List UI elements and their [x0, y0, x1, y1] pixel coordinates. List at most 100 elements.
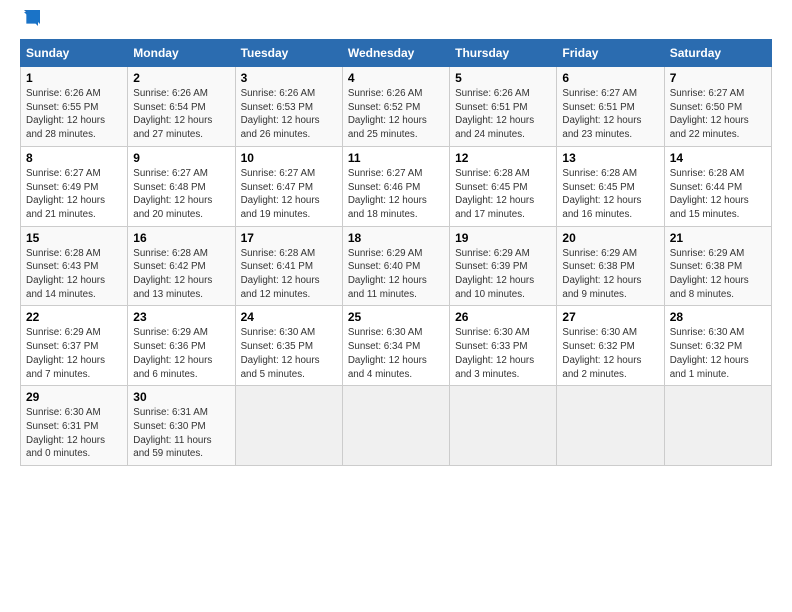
- day-number: 14: [670, 151, 766, 165]
- calendar-cell: 6 Sunrise: 6:27 AM Sunset: 6:51 PM Daylig…: [557, 67, 664, 147]
- day-info: Sunrise: 6:30 AM Sunset: 6:35 PM Dayligh…: [241, 326, 337, 381]
- calendar-cell: 30 Sunrise: 6:31 AM Sunset: 6:30 PM Dayli…: [128, 386, 235, 466]
- page-header: [20, 16, 772, 33]
- day-number: 30: [133, 390, 229, 404]
- calendar-week-1: 1 Sunrise: 6:26 AM Sunset: 6:55 PM Daylig…: [21, 67, 772, 147]
- col-header-wednesday: Wednesday: [342, 40, 449, 67]
- day-info: Sunrise: 6:28 AM Sunset: 6:45 PM Dayligh…: [455, 167, 551, 222]
- logo: [20, 16, 42, 33]
- day-number: 26: [455, 310, 551, 324]
- day-number: 23: [133, 310, 229, 324]
- day-info: Sunrise: 6:29 AM Sunset: 6:39 PM Dayligh…: [455, 247, 551, 302]
- calendar-cell: 18 Sunrise: 6:29 AM Sunset: 6:40 PM Dayli…: [342, 226, 449, 306]
- calendar-cell: 2Sunrise: 6:26 AM Sunset: 6:54 PM Daylig…: [128, 67, 235, 147]
- day-number: 25: [348, 310, 444, 324]
- calendar-week-4: 22 Sunrise: 6:29 AM Sunset: 6:37 PM Dayli…: [21, 306, 772, 386]
- day-number: 16: [133, 231, 229, 245]
- calendar-cell: 10 Sunrise: 6:27 AM Sunset: 6:47 PM Dayli…: [235, 146, 342, 226]
- calendar-cell: [450, 386, 557, 466]
- day-info: Sunrise: 6:27 AM Sunset: 6:51 PM Dayligh…: [562, 87, 658, 142]
- calendar-cell: [664, 386, 771, 466]
- day-info: Sunrise: 6:26 AM Sunset: 6:54 PM Dayligh…: [133, 87, 229, 142]
- day-number: 11: [348, 151, 444, 165]
- calendar-cell: 20Sunrise: 6:29 AM Sunset: 6:38 PM Dayli…: [557, 226, 664, 306]
- calendar-cell: 19 Sunrise: 6:29 AM Sunset: 6:39 PM Dayli…: [450, 226, 557, 306]
- day-info: Sunrise: 6:29 AM Sunset: 6:40 PM Dayligh…: [348, 247, 444, 302]
- day-number: 4: [348, 71, 444, 85]
- calendar-cell: 14 Sunrise: 6:28 AM Sunset: 6:44 PM Dayli…: [664, 146, 771, 226]
- calendar-cell: [235, 386, 342, 466]
- calendar-cell: 1 Sunrise: 6:26 AM Sunset: 6:55 PM Daylig…: [21, 67, 128, 147]
- calendar-cell: 9 Sunrise: 6:27 AM Sunset: 6:48 PM Daylig…: [128, 146, 235, 226]
- calendar-cell: 4 Sunrise: 6:26 AM Sunset: 6:52 PM Daylig…: [342, 67, 449, 147]
- day-number: 24: [241, 310, 337, 324]
- calendar-cell: 26 Sunrise: 6:30 AM Sunset: 6:33 PM Dayli…: [450, 306, 557, 386]
- calendar-cell: 21 Sunrise: 6:29 AM Sunset: 6:38 PM Dayli…: [664, 226, 771, 306]
- calendar-cell: 28 Sunrise: 6:30 AM Sunset: 6:32 PM Dayli…: [664, 306, 771, 386]
- day-info: Sunrise: 6:30 AM Sunset: 6:32 PM Dayligh…: [670, 326, 766, 381]
- day-info: Sunrise: 6:28 AM Sunset: 6:44 PM Dayligh…: [670, 167, 766, 222]
- logo-arrow-icon: [22, 8, 42, 33]
- day-info: Sunrise: 6:26 AM Sunset: 6:53 PM Dayligh…: [241, 87, 337, 142]
- day-number: 19: [455, 231, 551, 245]
- day-number: 21: [670, 231, 766, 245]
- day-info: Sunrise: 6:30 AM Sunset: 6:31 PM Dayligh…: [26, 406, 122, 461]
- calendar-week-2: 8Sunrise: 6:27 AM Sunset: 6:49 PM Daylig…: [21, 146, 772, 226]
- calendar-table: SundayMondayTuesdayWednesdayThursdayFrid…: [20, 39, 772, 466]
- day-number: 15: [26, 231, 122, 245]
- calendar-cell: 25 Sunrise: 6:30 AM Sunset: 6:34 PM Dayli…: [342, 306, 449, 386]
- calendar-cell: 8Sunrise: 6:27 AM Sunset: 6:49 PM Daylig…: [21, 146, 128, 226]
- day-info: Sunrise: 6:26 AM Sunset: 6:55 PM Dayligh…: [26, 87, 122, 142]
- day-info: Sunrise: 6:27 AM Sunset: 6:46 PM Dayligh…: [348, 167, 444, 222]
- day-number: 8: [26, 151, 122, 165]
- day-number: 1: [26, 71, 122, 85]
- calendar-cell: 13Sunrise: 6:28 AM Sunset: 6:45 PM Dayli…: [557, 146, 664, 226]
- day-number: 27: [562, 310, 658, 324]
- calendar-cell: 22 Sunrise: 6:29 AM Sunset: 6:37 PM Dayli…: [21, 306, 128, 386]
- calendar-header: SundayMondayTuesdayWednesdayThursdayFrid…: [21, 40, 772, 67]
- day-number: 18: [348, 231, 444, 245]
- day-info: Sunrise: 6:28 AM Sunset: 6:41 PM Dayligh…: [241, 247, 337, 302]
- col-header-sunday: Sunday: [21, 40, 128, 67]
- calendar-cell: 29 Sunrise: 6:30 AM Sunset: 6:31 PM Dayli…: [21, 386, 128, 466]
- calendar-cell: 12 Sunrise: 6:28 AM Sunset: 6:45 PM Dayli…: [450, 146, 557, 226]
- col-header-saturday: Saturday: [664, 40, 771, 67]
- day-info: Sunrise: 6:27 AM Sunset: 6:48 PM Dayligh…: [133, 167, 229, 222]
- calendar-cell: [342, 386, 449, 466]
- day-info: Sunrise: 6:29 AM Sunset: 6:36 PM Dayligh…: [133, 326, 229, 381]
- day-info: Sunrise: 6:31 AM Sunset: 6:30 PM Dayligh…: [133, 406, 229, 461]
- day-info: Sunrise: 6:29 AM Sunset: 6:37 PM Dayligh…: [26, 326, 122, 381]
- col-header-tuesday: Tuesday: [235, 40, 342, 67]
- day-number: 7: [670, 71, 766, 85]
- day-info: Sunrise: 6:28 AM Sunset: 6:45 PM Dayligh…: [562, 167, 658, 222]
- col-header-thursday: Thursday: [450, 40, 557, 67]
- day-info: Sunrise: 6:26 AM Sunset: 6:51 PM Dayligh…: [455, 87, 551, 142]
- day-info: Sunrise: 6:30 AM Sunset: 6:33 PM Dayligh…: [455, 326, 551, 381]
- day-number: 5: [455, 71, 551, 85]
- day-info: Sunrise: 6:29 AM Sunset: 6:38 PM Dayligh…: [670, 247, 766, 302]
- day-number: 29: [26, 390, 122, 404]
- day-info: Sunrise: 6:30 AM Sunset: 6:32 PM Dayligh…: [562, 326, 658, 381]
- calendar-cell: 3Sunrise: 6:26 AM Sunset: 6:53 PM Daylig…: [235, 67, 342, 147]
- day-number: 12: [455, 151, 551, 165]
- day-info: Sunrise: 6:28 AM Sunset: 6:43 PM Dayligh…: [26, 247, 122, 302]
- day-info: Sunrise: 6:28 AM Sunset: 6:42 PM Dayligh…: [133, 247, 229, 302]
- day-info: Sunrise: 6:30 AM Sunset: 6:34 PM Dayligh…: [348, 326, 444, 381]
- day-number: 9: [133, 151, 229, 165]
- day-info: Sunrise: 6:27 AM Sunset: 6:47 PM Dayligh…: [241, 167, 337, 222]
- calendar-cell: 11 Sunrise: 6:27 AM Sunset: 6:46 PM Dayli…: [342, 146, 449, 226]
- day-number: 28: [670, 310, 766, 324]
- day-number: 22: [26, 310, 122, 324]
- calendar-cell: 15 Sunrise: 6:28 AM Sunset: 6:43 PM Dayli…: [21, 226, 128, 306]
- day-number: 10: [241, 151, 337, 165]
- calendar-cell: [557, 386, 664, 466]
- day-number: 6: [562, 71, 658, 85]
- calendar-cell: 23 Sunrise: 6:29 AM Sunset: 6:36 PM Dayli…: [128, 306, 235, 386]
- day-info: Sunrise: 6:26 AM Sunset: 6:52 PM Dayligh…: [348, 87, 444, 142]
- calendar-cell: 27 Sunrise: 6:30 AM Sunset: 6:32 PM Dayli…: [557, 306, 664, 386]
- col-header-monday: Monday: [128, 40, 235, 67]
- day-info: Sunrise: 6:27 AM Sunset: 6:50 PM Dayligh…: [670, 87, 766, 142]
- day-number: 20: [562, 231, 658, 245]
- calendar-cell: 17Sunrise: 6:28 AM Sunset: 6:41 PM Dayli…: [235, 226, 342, 306]
- calendar-week-5: 29 Sunrise: 6:30 AM Sunset: 6:31 PM Dayli…: [21, 386, 772, 466]
